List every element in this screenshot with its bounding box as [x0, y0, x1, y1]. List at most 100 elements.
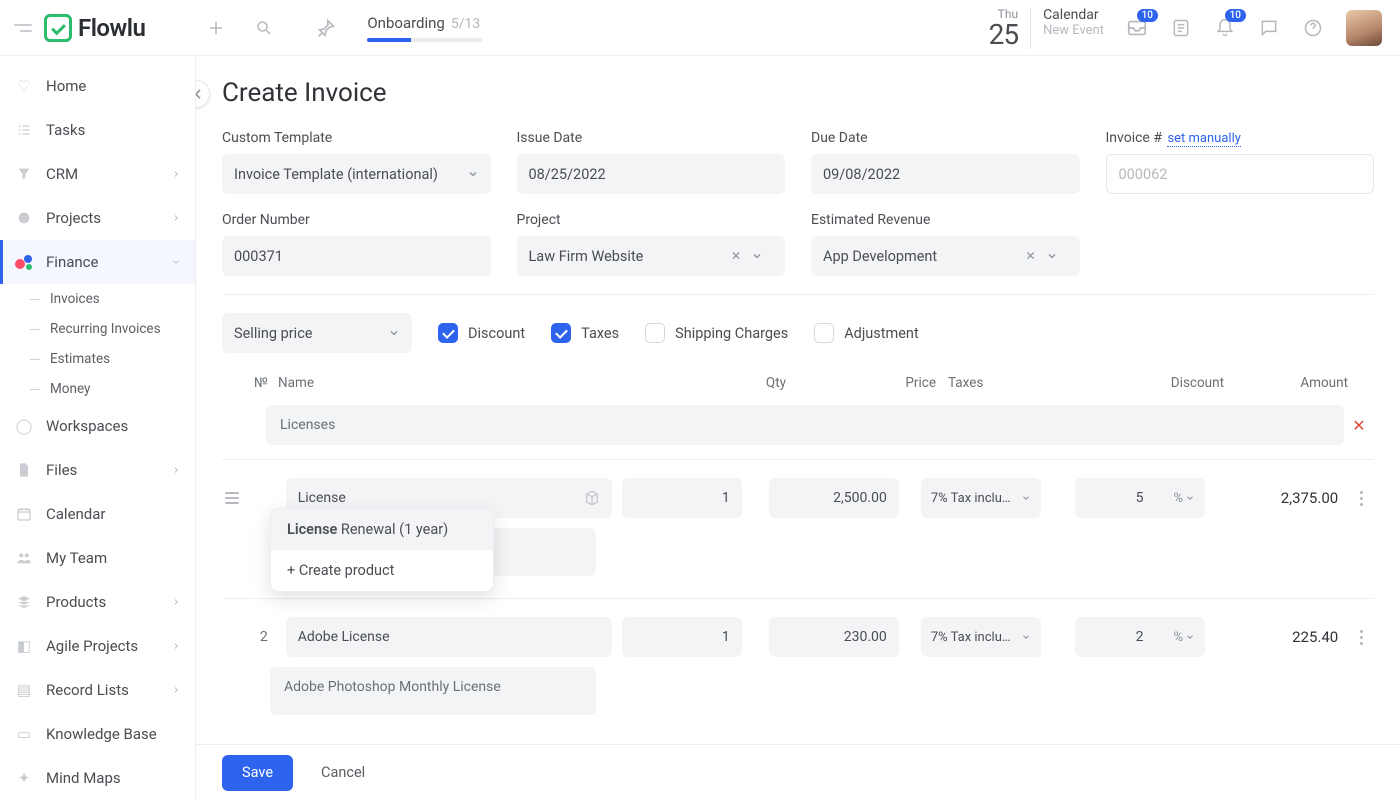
date-widget[interactable]: Thu 25 Calendar New Event [989, 7, 1104, 49]
order-number-input[interactable]: 000371 [222, 236, 491, 276]
revenue-select[interactable]: App Development ✕ [811, 236, 1080, 276]
dropdown-item-create-product[interactable]: + Create product [271, 550, 493, 591]
project-label: Project [517, 212, 786, 228]
add-icon[interactable] [205, 17, 227, 39]
clear-icon[interactable]: ✕ [1025, 249, 1035, 263]
invoice-number-field[interactable] [1119, 155, 1362, 193]
sidebar-item-workspaces[interactable]: ◯ Workspaces [0, 404, 195, 448]
onboarding-progress-bar [367, 38, 482, 42]
delete-section-button[interactable]: ✕ [1344, 416, 1374, 435]
drag-handle-icon[interactable] [222, 492, 242, 504]
template-select[interactable]: Invoice Template (international) [222, 154, 491, 194]
sidebar-item-crm[interactable]: CRM [0, 152, 195, 196]
search-icon[interactable] [253, 17, 275, 39]
price-type-select[interactable]: Selling price [222, 313, 412, 353]
funnel-icon [14, 164, 34, 184]
item-price-input[interactable]: 2,500.00 [769, 478, 899, 518]
clear-icon[interactable]: ✕ [731, 249, 741, 263]
dropdown-item-license-renewal[interactable]: License Renewal (1 year) [271, 509, 493, 550]
sidebar-sub-money[interactable]: Money [30, 374, 195, 404]
sidebar-item-label: Products [46, 593, 106, 611]
set-manually-link[interactable]: set manually [1167, 131, 1240, 147]
sidebar-item-tasks[interactable]: Tasks [0, 108, 195, 152]
chevron-right-icon [171, 685, 181, 695]
notes-icon[interactable] [1170, 17, 1192, 39]
onboarding-count: 5/13 [451, 16, 480, 32]
workspaces-icon: ◯ [14, 416, 34, 436]
checkbox-checked-icon [551, 323, 571, 343]
sidebar-item-label: My Team [46, 549, 107, 567]
project-select[interactable]: Law Firm Website ✕ [517, 236, 786, 276]
sidebar-item-products[interactable]: Products [0, 580, 195, 624]
sidebar-sub-estimates[interactable]: Estimates [30, 344, 195, 374]
tasks-icon [14, 120, 34, 140]
line-item-row: License 1 2,500.00 7% Tax inclu… 5 [222, 459, 1374, 576]
chevron-down-icon [388, 327, 400, 339]
section-name-input[interactable]: Licenses [266, 405, 1344, 445]
pin-icon[interactable] [315, 17, 337, 39]
sidebar-item-label: Finance [46, 253, 98, 271]
shipping-checkbox[interactable]: Shipping Charges [645, 323, 788, 343]
sidebar-item-recordlists[interactable]: ▤ Record Lists [0, 668, 195, 712]
sidebar-item-agile[interactable]: ◧ Agile Projects [0, 624, 195, 668]
item-qty-input[interactable]: 1 [622, 478, 742, 518]
inbox-icon[interactable]: 10 [1126, 17, 1148, 39]
chevron-right-icon [171, 641, 181, 651]
onboarding-label: Onboarding [367, 14, 445, 32]
issue-date-input[interactable]: 08/25/2022 [517, 154, 786, 194]
sidebar-item-mindmaps[interactable]: ✦ Mind Maps [0, 756, 195, 800]
heart-icon: ♡ [14, 76, 34, 96]
new-event-link[interactable]: New Event [1043, 23, 1104, 38]
item-qty-input[interactable]: 1 [622, 617, 742, 657]
main-panel: ✕ Create Invoice Custom Template Invoice… [196, 56, 1400, 800]
item-price-input[interactable]: 230.00 [769, 617, 899, 657]
item-tax-select[interactable]: 7% Tax inclu… [921, 617, 1041, 657]
item-description-input[interactable]: Adobe Photoshop Monthly License [270, 667, 596, 715]
sidebar-item-home[interactable]: ♡ Home [0, 64, 195, 108]
discount-checkbox[interactable]: Discount [438, 323, 525, 343]
save-button[interactable]: Save [222, 755, 293, 791]
cube-icon [584, 490, 600, 506]
invoice-number-input[interactable] [1106, 154, 1375, 194]
chevron-down-icon [1185, 493, 1195, 503]
finance-icon [14, 252, 34, 272]
chevron-down-icon [171, 257, 181, 267]
sidebar-item-myteam[interactable]: My Team [0, 536, 195, 580]
sidebar-sub-recurring[interactable]: Recurring Invoices [30, 314, 195, 344]
taxes-checkbox[interactable]: Taxes [551, 323, 619, 343]
user-avatar[interactable] [1346, 10, 1382, 46]
chat-icon[interactable] [1258, 17, 1280, 39]
item-amount-value: 2,375.00 [1219, 489, 1338, 507]
due-date-input[interactable]: 09/08/2022 [811, 154, 1080, 194]
calendar-link[interactable]: Calendar [1043, 7, 1104, 23]
item-discount-input[interactable]: 5 % [1075, 478, 1205, 518]
chevron-down-icon [1185, 632, 1195, 642]
sidebar-item-files[interactable]: Files [0, 448, 195, 492]
chevron-right-icon [171, 465, 181, 475]
item-tax-select[interactable]: 7% Tax inclu… [921, 478, 1041, 518]
sidebar-item-calendar[interactable]: Calendar [0, 492, 195, 536]
brand-logo[interactable]: Flowlu [44, 14, 145, 42]
item-amount-value: 225.40 [1219, 628, 1338, 646]
sidebar-item-label: Mind Maps [46, 769, 121, 787]
sidebar-item-label: Agile Projects [46, 637, 138, 655]
sidebar-item-kb[interactable]: ▭ Knowledge Base [0, 712, 195, 756]
bell-icon[interactable]: 10 [1214, 17, 1236, 39]
item-discount-input[interactable]: 2 % [1075, 617, 1205, 657]
sidebar-item-label: Projects [46, 209, 101, 227]
sidebar-item-finance[interactable]: Finance [0, 240, 195, 284]
chevron-down-icon [467, 168, 479, 180]
chevron-down-icon [1046, 250, 1058, 262]
menu-toggle-icon[interactable] [10, 24, 34, 32]
onboarding-widget[interactable]: Onboarding 5/13 [367, 14, 482, 42]
sidebar-item-projects[interactable]: Projects [0, 196, 195, 240]
item-menu-button[interactable] [1348, 630, 1374, 645]
checkbox-checked-icon [438, 323, 458, 343]
item-name-input[interactable]: Adobe License [286, 617, 612, 657]
item-menu-button[interactable] [1348, 491, 1374, 506]
finance-submenu: Invoices Recurring Invoices Estimates Mo… [0, 284, 195, 404]
help-icon[interactable] [1302, 17, 1324, 39]
adjustment-checkbox[interactable]: Adjustment [814, 323, 918, 343]
cancel-button[interactable]: Cancel [321, 764, 365, 781]
sidebar-sub-invoices[interactable]: Invoices [30, 284, 195, 314]
